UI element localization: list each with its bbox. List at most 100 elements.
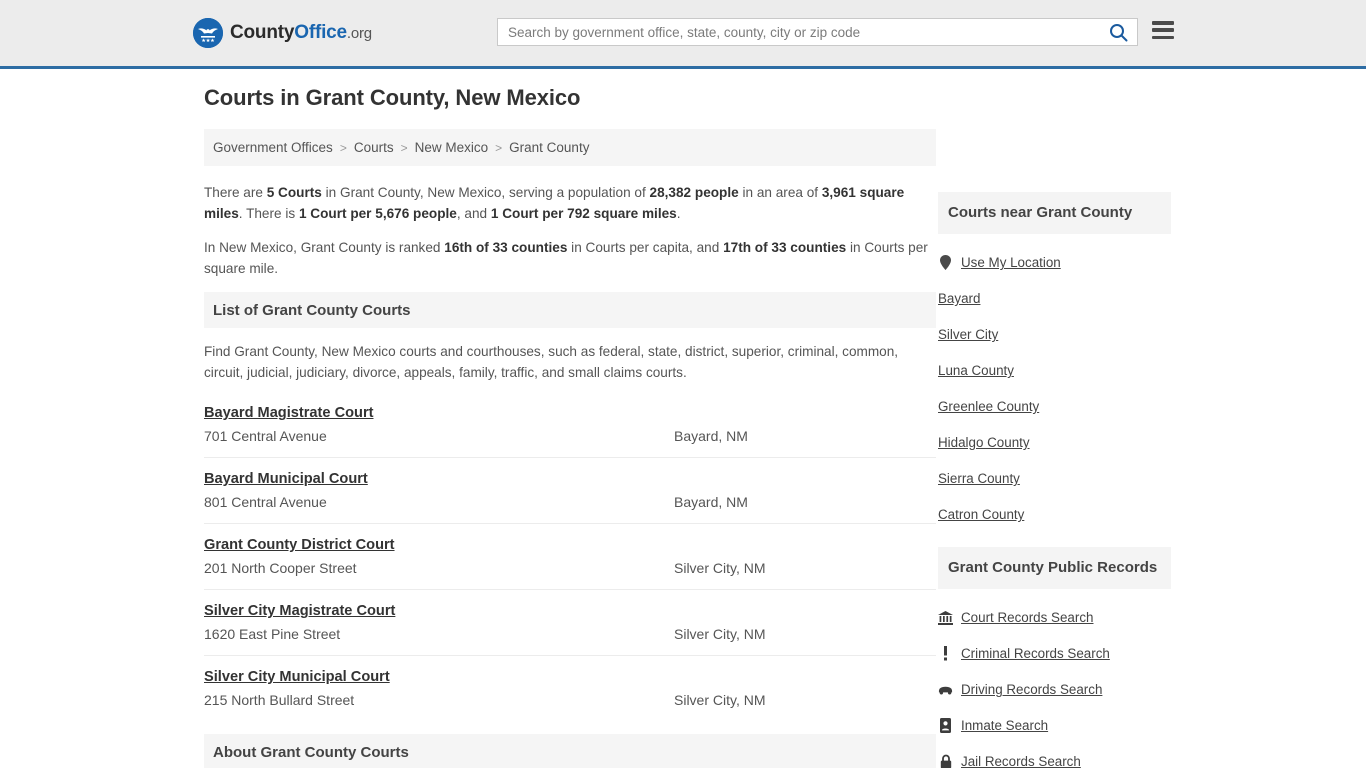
sidebar-item-jail-records-search[interactable]: Jail Records Search — [961, 754, 1081, 768]
sidebar-item-criminal-records-search[interactable]: Criminal Records Search — [961, 646, 1110, 661]
hamburger-bar — [1152, 35, 1174, 39]
sidebar-item-driving-records-search[interactable]: Driving Records Search — [961, 682, 1102, 697]
stats-text: . — [676, 206, 681, 222]
list-item[interactable]: Driving Records Search — [938, 672, 1171, 708]
county-statistics: There are 5 Courts in Grant County, New … — [204, 182, 936, 279]
court-details: 701 Central Avenue Bayard, NM — [204, 428, 936, 444]
court-name-link[interactable]: Grant County District Court — [204, 537, 395, 553]
list-item[interactable]: Luna County — [938, 353, 1171, 389]
hamburger-bar — [1152, 21, 1174, 25]
nearby-courts-heading: Courts near Grant County — [938, 192, 1171, 234]
stats-court-count: 5 Courts — [266, 185, 322, 200]
logo-text-county: County — [230, 22, 295, 43]
sidebar-item-bayard[interactable]: Bayard — [938, 291, 980, 306]
public-records-list: Court Records Search Criminal Records Se… — [938, 589, 1171, 768]
list-item[interactable]: Bayard — [938, 281, 1171, 317]
sidebar-item-luna-county[interactable]: Luna County — [938, 363, 1014, 378]
table-row: Grant County District Court 201 North Co… — [204, 536, 936, 591]
logo-wordmark: CountyOffice.org — [230, 22, 372, 44]
sidebar-item-catron-county[interactable]: Catron County — [938, 507, 1024, 522]
breadcrumb-item-grant-county[interactable]: Grant County — [509, 140, 589, 155]
public-records-heading: Grant County Public Records — [938, 546, 1171, 589]
list-item[interactable]: Court Records Search — [938, 600, 1171, 636]
stats-text: . There is — [238, 206, 299, 222]
table-row: Bayard Municipal Court 801 Central Avenu… — [204, 470, 936, 525]
stats-text: in Courts per capita, and — [567, 240, 724, 256]
search-input[interactable] — [498, 19, 1099, 45]
sidebar: Courts near Grant County Use My Location… — [938, 192, 1171, 768]
court-name-link[interactable]: Bayard Municipal Court — [204, 471, 368, 487]
court-city: Bayard, NM — [674, 428, 748, 445]
court-list-heading: List of Grant County Courts — [204, 292, 936, 329]
breadcrumb: Government Offices > Courts > New Mexico… — [204, 129, 936, 166]
stats-paragraph-counts: There are 5 Courts in Grant County, New … — [204, 182, 936, 224]
stats-text: in Grant County, New Mexico, serving a p… — [321, 185, 650, 200]
logo-text-office: Office — [294, 22, 347, 43]
list-item[interactable]: Catron County — [938, 497, 1171, 533]
court-city: Bayard, NM — [674, 494, 748, 511]
list-item[interactable]: Hidalgo County — [938, 425, 1171, 461]
page-title: Courts in Grant County, New Mexico — [204, 85, 581, 110]
court-details: 801 Central Avenue Bayard, NM — [204, 494, 936, 510]
court-city: Silver City, NM — [674, 560, 766, 577]
breadcrumb-item-courts[interactable]: Courts — [354, 140, 394, 155]
sidebar-item-hidalgo-county[interactable]: Hidalgo County — [938, 435, 1030, 450]
court-name-link[interactable]: Silver City Magistrate Court — [204, 603, 395, 619]
hamburger-menu-icon[interactable] — [1152, 21, 1174, 39]
stats-per-area: 1 Court per 792 square miles — [490, 206, 677, 222]
court-name-link[interactable]: Bayard Magistrate Court — [204, 405, 374, 421]
search-icon — [1109, 23, 1127, 41]
court-details: 215 North Bullard Street Silver City, NM — [204, 692, 936, 708]
about-section-heading: About Grant County Courts — [204, 734, 936, 768]
stats-rank-per-capita: 16th of 33 counties — [444, 240, 568, 256]
sidebar-item-greenlee-county[interactable]: Greenlee County — [938, 399, 1039, 414]
breadcrumb-separator: > — [400, 140, 408, 155]
sidebar-item-court-records-search[interactable]: Court Records Search — [961, 610, 1093, 625]
breadcrumb-item-government-offices[interactable]: Government Offices — [213, 140, 333, 155]
panel-spacer — [938, 533, 1171, 547]
search-button[interactable] — [1099, 19, 1137, 45]
list-item[interactable]: Greenlee County — [938, 389, 1171, 425]
logo-text-org: .org — [346, 25, 372, 42]
court-city: Silver City, NM — [674, 626, 766, 643]
breadcrumb-item-new-mexico[interactable]: New Mexico — [415, 140, 489, 155]
court-address: 801 Central Avenue — [204, 494, 327, 511]
table-row: Silver City Magistrate Court 1620 East P… — [204, 602, 936, 657]
court-city: Silver City, NM — [674, 692, 766, 709]
stats-rank-per-area: 17th of 33 counties — [723, 240, 847, 256]
hamburger-bar — [1152, 28, 1174, 32]
courthouse-icon — [938, 610, 953, 626]
court-details: 1620 East Pine Street Silver City, NM — [204, 626, 936, 642]
list-item[interactable]: Criminal Records Search — [938, 636, 1171, 672]
sidebar-item-silver-city[interactable]: Silver City — [938, 327, 998, 342]
exclamation-icon — [938, 646, 953, 662]
sidebar-item-sierra-county[interactable]: Sierra County — [938, 471, 1020, 486]
eagle-seal-icon — [193, 18, 223, 48]
court-address: 1620 East Pine Street — [204, 626, 341, 643]
site-logo[interactable]: CountyOffice.org — [193, 18, 372, 48]
court-name-link[interactable]: Silver City Municipal Court — [204, 669, 390, 685]
table-row: Bayard Magistrate Court 701 Central Aven… — [204, 404, 936, 459]
padlock-icon — [938, 754, 953, 768]
table-row: Silver City Municipal Court 215 North Bu… — [204, 668, 936, 722]
list-item[interactable]: Inmate Search — [938, 708, 1171, 744]
stats-paragraph-rank: In New Mexico, Grant County is ranked 16… — [204, 237, 936, 279]
list-item[interactable]: Sierra County — [938, 461, 1171, 497]
map-pin-icon — [938, 255, 953, 271]
main-content: Courts in Grant County, New Mexico Gover… — [204, 85, 936, 768]
nearby-courts-list: Use My Location Bayard Silver City Luna … — [938, 234, 1171, 533]
stats-text: In New Mexico, Grant County is ranked — [204, 240, 445, 256]
list-item[interactable]: Use My Location — [938, 245, 1171, 281]
site-header: CountyOffice.org — [0, 0, 1366, 69]
id-badge-icon — [938, 718, 953, 734]
breadcrumb-separator: > — [495, 140, 503, 155]
stats-text: in an area of — [738, 185, 822, 200]
list-item[interactable]: Silver City — [938, 317, 1171, 353]
stats-text: There are — [204, 185, 267, 200]
search-bar[interactable] — [497, 18, 1138, 46]
list-item[interactable]: Jail Records Search — [938, 744, 1171, 768]
sidebar-item-use-my-location[interactable]: Use My Location — [961, 255, 1061, 270]
car-icon — [938, 682, 953, 698]
sidebar-item-inmate-search[interactable]: Inmate Search — [961, 718, 1048, 733]
stats-per-capita: 1 Court per 5,676 people — [298, 206, 457, 222]
